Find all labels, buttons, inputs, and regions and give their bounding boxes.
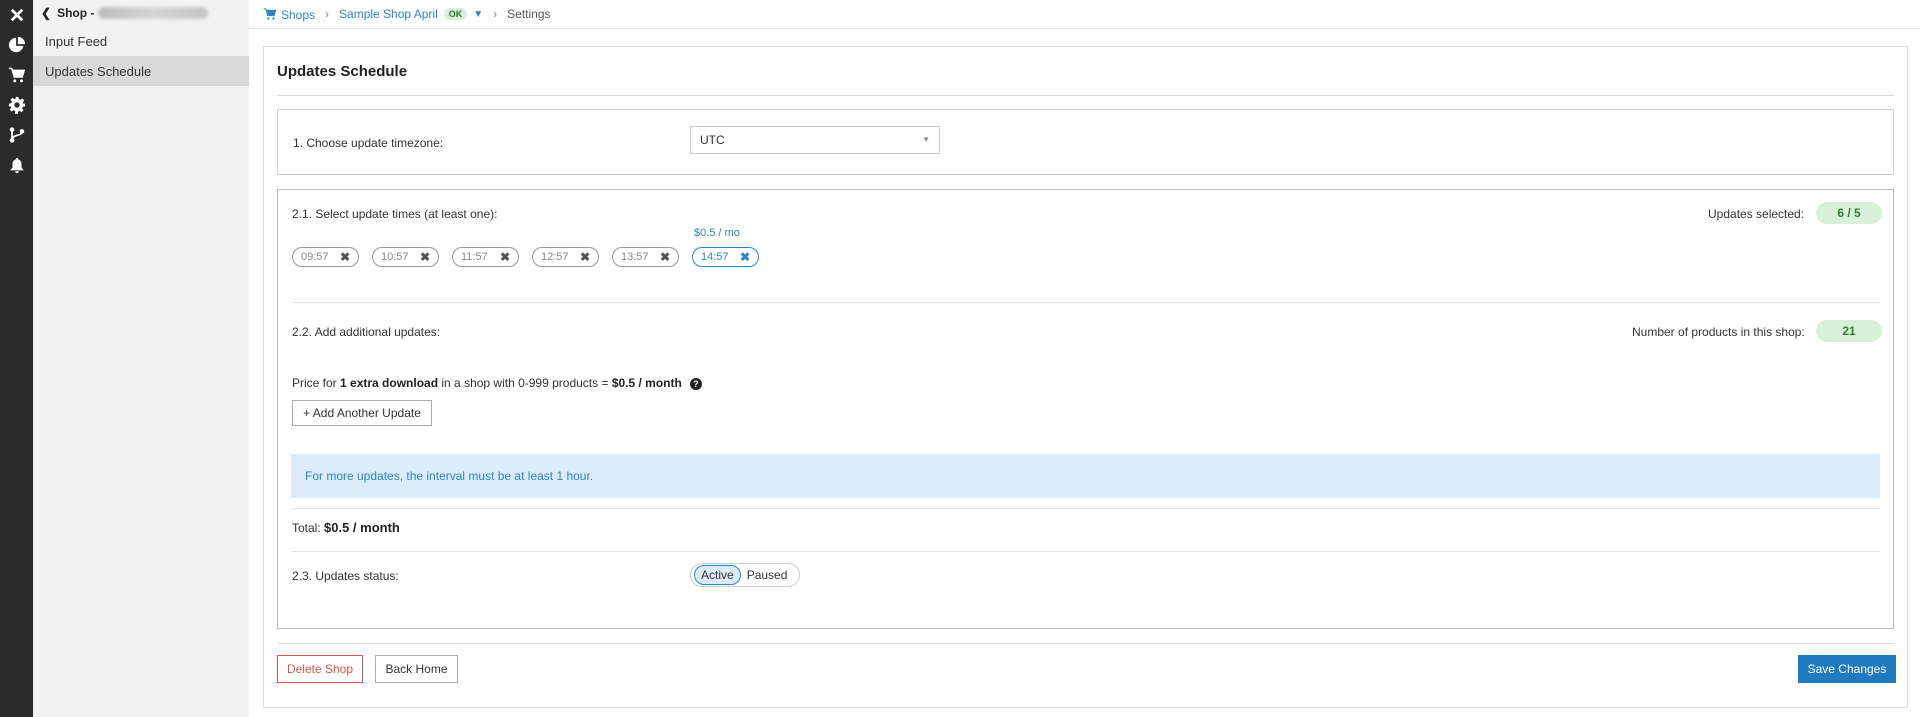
breadcrumb-separator: › (325, 7, 330, 21)
delete-shop-button[interactable]: Delete Shop (277, 655, 363, 683)
bell-icon (10, 157, 23, 174)
timezone-section: 1. Choose update timezone: UTC ▼ (277, 109, 1894, 175)
status-active-option[interactable]: Active (694, 565, 741, 585)
time-chip[interactable]: 13:57 ✖ (612, 247, 679, 267)
rail-item-integrations[interactable] (0, 120, 33, 150)
cart-icon (263, 7, 277, 20)
caret-down-icon: ▼ (922, 135, 930, 144)
sidebar: ❮ Shop - Input Feed Updates Schedule (33, 0, 249, 717)
caret-down-icon[interactable]: ▼ (473, 9, 483, 20)
remove-icon[interactable]: ✖ (500, 250, 510, 264)
settings-panel: Updates Schedule 1. Choose update timezo… (263, 46, 1908, 708)
divider (277, 95, 1894, 96)
cart-icon (8, 67, 25, 83)
remove-icon[interactable]: ✖ (740, 250, 750, 264)
breadcrumb-shops-label: Shops (281, 7, 316, 22)
time-chip[interactable]: 11:57 ✖ (452, 247, 519, 267)
shop-name-redacted (98, 7, 209, 19)
status-paused-option[interactable]: Paused (741, 566, 794, 584)
remove-icon[interactable]: ✖ (660, 250, 670, 264)
updates-status-toggle: Active Paused (690, 563, 800, 587)
products-count-badge: 21 (1816, 320, 1882, 342)
breadcrumb-current: Settings (507, 7, 551, 21)
sidebar-back-shop[interactable]: ❮ Shop - (33, 0, 249, 26)
remove-icon[interactable]: ✖ (580, 250, 590, 264)
divider (291, 302, 1880, 303)
extra-download-price: Price for 1 extra download in a shop wit… (292, 376, 702, 390)
update-times-label: 2.1. Select update times (at least one): (292, 207, 498, 221)
time-chip-label: 14:57 (701, 251, 729, 263)
total-label: Total: (292, 521, 325, 535)
close-button[interactable] (0, 0, 33, 30)
divider (277, 643, 1894, 644)
rail-item-dashboard[interactable] (0, 30, 33, 60)
rail-item-shops[interactable] (0, 60, 33, 90)
time-chip[interactable]: 10:57 ✖ (372, 247, 439, 267)
time-chip-label: 11:57 (461, 251, 488, 263)
gear-icon (8, 96, 25, 114)
time-chip-label: 12:57 (541, 251, 569, 263)
breadcrumb: Shops › Sample Shop April OK ▼ › Setting… (263, 0, 1920, 28)
time-chip-label: 10:57 (381, 251, 409, 263)
time-chip-extra[interactable]: 14:57 ✖ (692, 247, 759, 267)
icon-rail (0, 0, 33, 717)
sidebar-item-label: Input Feed (45, 33, 108, 49)
status-badge: OK (443, 8, 468, 20)
products-count-label: Number of products in this shop: (1632, 325, 1805, 339)
remove-icon[interactable]: ✖ (340, 250, 350, 264)
branch-icon (9, 127, 24, 143)
sidebar-item-label: Updates Schedule (45, 63, 152, 79)
updates-selected-badge: 6 / 5 (1816, 202, 1882, 224)
sidebar-item-updates-schedule[interactable]: Updates Schedule (33, 56, 249, 86)
time-chip-label: 13:57 (621, 251, 649, 263)
extra-update-price: $0.5 / mo (694, 227, 740, 239)
remove-icon[interactable]: ✖ (420, 250, 430, 264)
save-changes-button[interactable]: Save Changes (1798, 655, 1896, 683)
additional-updates-label: 2.2. Add additional updates: (292, 325, 441, 339)
breadcrumb-separator: › (493, 7, 498, 21)
updates-status-label: 2.3. Updates status: (292, 569, 399, 583)
divider (249, 28, 1920, 29)
close-icon (10, 8, 23, 22)
timezone-value: UTC (700, 133, 725, 147)
chevron-left-icon: ❮ (41, 6, 52, 20)
add-another-update-button[interactable]: + Add Another Update (292, 400, 432, 426)
rail-item-notifications[interactable] (0, 150, 33, 180)
total-value: $0.5 / month (324, 520, 400, 535)
page-title: Updates Schedule (277, 63, 408, 80)
back-home-button[interactable]: Back Home (375, 655, 458, 683)
divider (291, 551, 1880, 552)
price-prefix: Price for (292, 376, 341, 390)
price-middle: in a shop with 0-999 products = (438, 376, 612, 390)
sidebar-item-input-feed[interactable]: Input Feed (33, 26, 249, 56)
price-extra-download: 1 extra download (340, 376, 439, 390)
updates-selected-label: Updates selected: (1708, 207, 1805, 221)
timezone-select[interactable]: UTC ▼ (690, 126, 940, 154)
update-times-list: 09:57 ✖ 10:57 ✖ 11:57 ✖ 12:57 ✖ 13:57 ✖ … (292, 247, 772, 267)
shop-prefix: Shop - (57, 6, 95, 20)
breadcrumb-shop-name[interactable]: Sample Shop April (339, 7, 438, 21)
time-chip-label: 09:57 (301, 251, 329, 263)
timezone-label: 1. Choose update timezone: (293, 136, 444, 150)
help-icon[interactable]: ? (689, 378, 702, 390)
info-message: For more updates, the interval must be a… (291, 454, 1880, 498)
breadcrumb-shops[interactable]: Shops (263, 7, 315, 22)
update-times-section: 2.1. Select update times (at least one):… (277, 189, 1894, 629)
rail-item-settings[interactable] (0, 90, 33, 120)
time-chip[interactable]: 12:57 ✖ (532, 247, 599, 267)
divider (291, 508, 1880, 509)
price-amount: $0.5 / month (611, 376, 682, 390)
time-chip[interactable]: 09:57 ✖ (292, 247, 359, 267)
total-price: Total: $0.5 / month (292, 520, 400, 535)
pie-chart-icon (8, 36, 25, 53)
